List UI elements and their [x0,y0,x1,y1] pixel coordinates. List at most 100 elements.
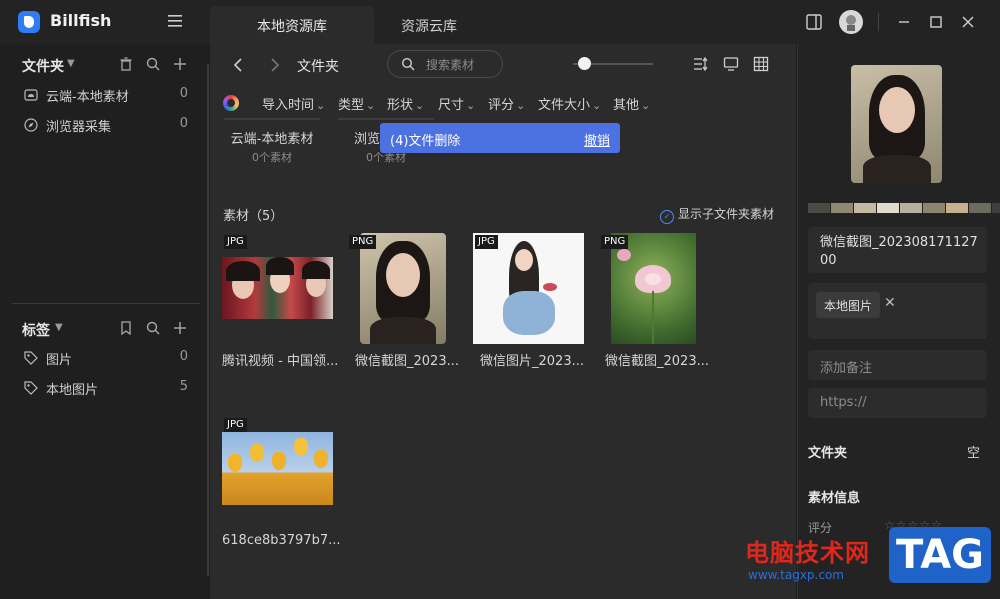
preview-image[interactable] [851,65,942,183]
detail-folder-label: 文件夹 [808,446,848,461]
back-arrow-icon[interactable] [229,55,249,75]
sidebar-tag-label: 图片 [46,353,73,368]
filter-import-time[interactable]: 导入时间 [262,94,325,113]
sidebar-tag-count: 0 [179,349,188,364]
filter-shape[interactable]: 形状 [387,94,424,113]
tab-cloud-library[interactable]: 资源云库 [384,6,474,44]
filter-other[interactable]: 其他 [613,94,650,113]
file-type-badge: PNG [601,235,629,249]
sidebar-folder-browser-collect[interactable]: 浏览器采集 0 [24,114,194,136]
filter-type[interactable]: 类型 [338,94,375,113]
maximize-icon[interactable] [925,11,947,33]
asset-caption: 微信图片_2023... [480,354,584,369]
undo-link[interactable]: 撤销 [584,130,610,149]
watermark-text: 电脑技术网 [745,539,870,567]
color-filter-icon[interactable] [223,95,239,111]
asset-thumb-2[interactable]: PNG 微信截图_2023... [347,233,459,369]
folder-card-bar [338,118,434,120]
title-divider [878,13,879,31]
filter-file-size[interactable]: 文件大小 [538,94,601,113]
file-type-badge: JPG [475,235,498,249]
folder-search-icon[interactable] [145,56,161,72]
hamburger-menu-icon[interactable] [167,14,183,28]
sidebar-tag-images[interactable]: 图片 0 [24,347,194,369]
avatar-icon[interactable] [838,9,864,35]
asset-image [360,233,446,344]
asset-thumb-5[interactable]: JPG 618ce8b3797b7... [222,416,341,548]
tag-icon [24,351,38,365]
tags-caret-icon[interactable]: ▼ [55,322,63,333]
sidebar-tag-local-images[interactable]: 本地图片 5 [24,377,194,399]
asset-thumb-4[interactable]: PNG 微信截图_2023... [599,233,710,369]
cloud-folder-icon [24,89,38,101]
url-input[interactable]: https:// [820,395,867,410]
toast-message: (4)文件删除 [390,134,461,149]
note-input[interactable]: 添加备注 [820,357,872,376]
search-input[interactable]: 搜索素材 [426,56,474,73]
delete-toast: (4)文件删除 撤销 [380,123,620,153]
bookmark-icon[interactable] [118,320,134,336]
sidebar-folder-count: 0 [179,86,188,101]
trash-icon[interactable] [118,56,134,72]
grid-view-icon[interactable] [753,56,769,72]
file-type-badge: JPG [224,418,247,432]
palette-swatch[interactable] [808,203,830,213]
filter-rating[interactable]: 评分 [488,94,525,113]
tags-section-title[interactable]: 标签 [22,320,50,340]
billfish-logo-icon [18,11,40,33]
search-box[interactable]: 搜索素材 [387,50,503,78]
sidebar-toggle-icon[interactable] [803,11,825,33]
palette-swatch[interactable] [877,203,899,213]
palette-swatch[interactable] [946,203,968,213]
add-tag-icon[interactable] [172,320,188,336]
app-title: Billfish [50,11,112,30]
sidebar-folder-label: 浏览器采集 [46,120,112,135]
tag-search-icon[interactable] [145,320,161,336]
palette-swatch[interactable] [900,203,922,213]
slider-handle[interactable] [578,57,591,70]
show-subfolder-toggle[interactable]: 显示子文件夹素材 [660,205,774,224]
palette-swatch[interactable] [992,203,1000,213]
breadcrumb[interactable]: 文件夹 [297,56,339,76]
add-folder-icon[interactable] [172,56,188,72]
close-icon[interactable] [957,11,979,33]
sidebar-divider[interactable] [12,303,200,304]
sort-icon[interactable] [693,56,709,72]
palette-swatch[interactable] [854,203,876,213]
asset-name[interactable]: 微信截图_20230817112700 [820,234,980,270]
palette-swatch[interactable] [831,203,853,213]
file-type-badge: PNG [349,235,377,249]
file-type-badge: JPG [224,235,247,249]
sidebar-resize-handle[interactable] [207,64,209,576]
tab-local-library[interactable]: 本地资源库 [210,6,374,44]
sidebar-tag-label: 本地图片 [46,383,99,398]
asset-thumb-1[interactable]: JPG 腾讯视频 - 中国领... [222,233,338,369]
sidebar-tag-count: 5 [179,379,188,394]
sidebar-folder-label: 云端-本地素材 [46,90,129,105]
asset-image [222,432,333,505]
monitor-view-icon[interactable] [723,56,739,72]
palette-swatch[interactable] [969,203,991,213]
filter-size[interactable]: 尺寸 [438,94,475,113]
folder-card-bar [224,118,320,120]
tag-chip[interactable]: 本地图片 [816,292,881,318]
search-icon [401,57,415,71]
forward-arrow-icon[interactable] [264,55,284,75]
asset-thumb-3[interactable]: JPG 微信图片_2023... [473,233,584,369]
palette-swatch[interactable] [923,203,945,213]
folders-caret-icon[interactable]: ▼ [67,58,75,69]
sidebar-folder-count: 0 [179,116,188,131]
asset-caption: 腾讯视频 - 中国领... [222,354,339,369]
asset-caption: 微信截图_2023... [605,354,709,369]
minimize-icon[interactable] [893,11,915,33]
asset-image [473,233,584,344]
folder-card-cloud-local[interactable]: 云端-本地素材 0个素材 [224,118,324,170]
asset-caption: 微信截图_2023... [355,354,459,369]
asset-info-label: 素材信息 [808,491,861,506]
folder-card-count: 0个素材 [252,151,292,164]
folder-card-name: 云端-本地素材 [230,132,314,147]
sidebar-folder-cloud-local[interactable]: 云端-本地素材 0 [24,84,194,106]
detail-folder-value: 空 [967,446,981,461]
folders-section-title[interactable]: 文件夹 [22,56,64,76]
remove-tag-icon[interactable]: ✕ [884,295,896,311]
